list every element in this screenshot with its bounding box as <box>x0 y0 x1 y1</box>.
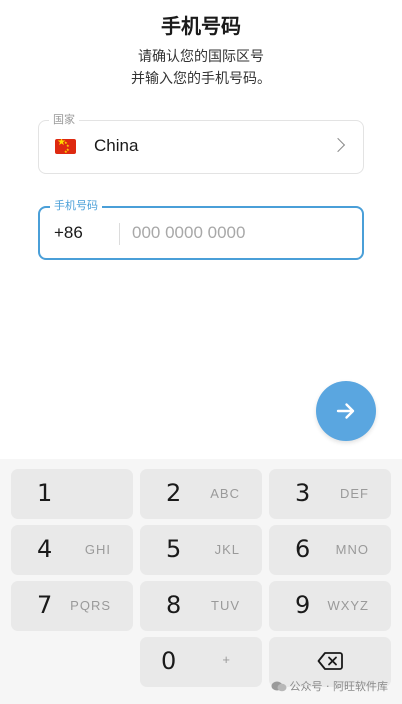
key-letters: PQRS <box>70 598 111 613</box>
key-letters: JKL <box>214 542 240 557</box>
chevron-right-icon <box>330 137 346 153</box>
watermark: 公众号 · 阿旺软件库 <box>271 678 389 694</box>
key-letters: GHI <box>84 542 111 557</box>
key-digit: 1 <box>37 479 53 507</box>
key-letters: ABC <box>210 486 240 501</box>
key-5[interactable]: 5 JKL <box>140 525 262 575</box>
key-digit: 0 <box>161 647 177 675</box>
page-subtitle: 请确认您的国际区号 并输入您的手机号码。 <box>0 46 402 90</box>
key-digit: 8 <box>166 591 182 619</box>
key-4[interactable]: 4 GHI <box>11 525 133 575</box>
key-letters: DEF <box>340 486 369 501</box>
key-digit: 2 <box>166 479 182 507</box>
field-divider <box>119 223 120 245</box>
china-flag-icon: ★ ★ ★ ★ ★ <box>55 139 76 154</box>
key-6[interactable]: 6 MNO <box>269 525 391 575</box>
wechat-icon <box>271 681 286 692</box>
country-name: China <box>94 136 139 155</box>
key-8[interactable]: 8 TUV <box>140 581 262 631</box>
backspace-icon <box>317 652 343 670</box>
key-1[interactable]: 1 <box>11 469 133 519</box>
key-letters: WXYZ <box>327 598 369 613</box>
watermark-text: 公众号 · 阿旺软件库 <box>289 680 389 693</box>
key-letters: TUV <box>211 598 240 613</box>
key-7[interactable]: 7 PQRS <box>11 581 133 631</box>
key-9[interactable]: 9 WXYZ <box>269 581 391 631</box>
key-digit: 6 <box>295 535 311 563</box>
key-digit: 5 <box>166 535 182 563</box>
key-3[interactable]: 3 DEF <box>269 469 391 519</box>
next-button[interactable] <box>316 381 376 441</box>
key-digit: 9 <box>295 591 311 619</box>
country-code[interactable]: +86 <box>54 223 83 243</box>
key-0[interactable]: 0 + <box>140 637 262 687</box>
key-letters: + <box>222 652 231 667</box>
numeric-keypad: 1 2 ABC 3 DEF 4 GHI 5 JKL 6 MNO 7 PQRS 8… <box>0 459 402 704</box>
page-title: 手机号码 <box>161 14 241 38</box>
phone-field-label: 手机号码 <box>50 199 102 213</box>
country-field-label: 国家 <box>49 113 79 127</box>
country-selector[interactable]: 国家 ★ ★ ★ ★ ★ China <box>38 113 364 174</box>
key-digit: 3 <box>295 479 311 507</box>
key-digit: 4 <box>37 535 53 563</box>
subtitle-line-2: 并输入您的手机号码。 <box>131 71 271 87</box>
arrow-right-icon <box>336 403 355 419</box>
key-digit: 7 <box>37 591 53 619</box>
phone-number-field[interactable]: 手机号码 +86 <box>38 199 364 260</box>
key-letters: MNO <box>335 542 369 557</box>
subtitle-line-1: 请确认您的国际区号 <box>138 49 264 65</box>
phone-number-input[interactable] <box>132 218 342 248</box>
key-2[interactable]: 2 ABC <box>140 469 262 519</box>
